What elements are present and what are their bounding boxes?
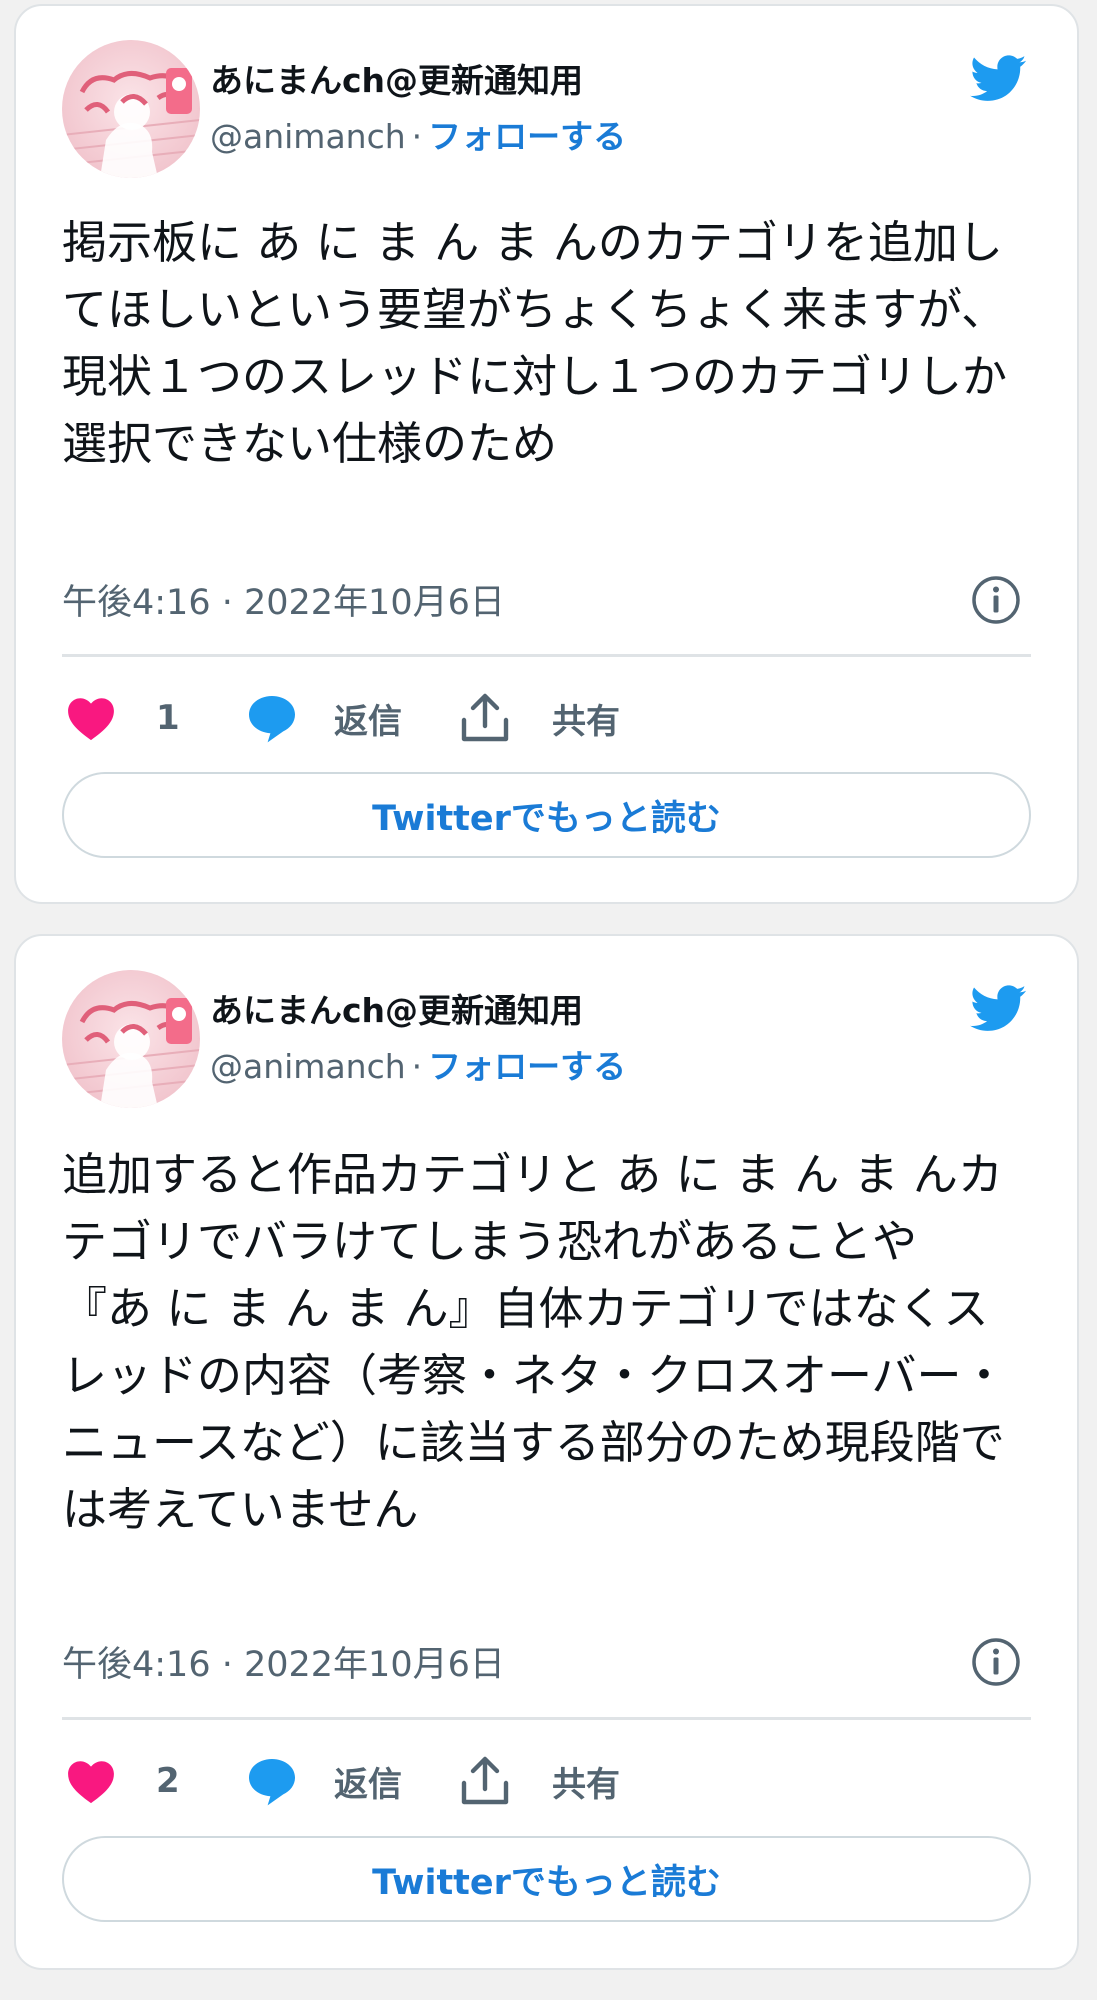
share-icon <box>461 1756 509 1805</box>
heart-icon <box>68 698 114 741</box>
tweet-timestamp[interactable]: 午後4:16 · 2022年10月6日 <box>62 574 505 625</box>
reply-button[interactable]: 返信 <box>246 1753 402 1809</box>
avatar[interactable] <box>62 970 200 1108</box>
user-name[interactable]: あにまんch@更新通知用 <box>210 984 583 1032</box>
tweet-timestamp[interactable]: 午後4:16 · 2022年10月6日 <box>62 1636 505 1687</box>
follow-link[interactable]: フォローする <box>428 117 626 156</box>
user-handle[interactable]: @animanch <box>210 117 406 156</box>
tweet-text: 掲示板に あ に ま ん ま んのカテゴリを追加してほしいという要望がちょくちょ… <box>62 216 1008 470</box>
twitter-bird-icon[interactable] <box>967 980 1031 1036</box>
like-count: 2 <box>156 1761 180 1801</box>
info-icon[interactable] <box>971 1637 1021 1687</box>
avatar[interactable] <box>62 40 200 178</box>
read-more-button[interactable]: Twitterでもっと読む <box>62 772 1031 858</box>
reply-button[interactable]: 返信 <box>246 690 402 746</box>
info-icon[interactable] <box>971 575 1021 625</box>
share-label: 共有 <box>552 701 620 742</box>
speech-bubble-icon <box>249 1759 295 1806</box>
divider <box>62 654 1031 657</box>
reply-label: 返信 <box>334 1764 402 1805</box>
share-button[interactable]: 共有 <box>460 690 620 746</box>
heart-icon <box>68 1761 114 1804</box>
twitter-bird-icon[interactable] <box>967 50 1031 106</box>
handle-line: @animanch · フォローする <box>210 1040 626 1088</box>
speech-bubble-icon <box>249 696 295 743</box>
tweet-text: 追加すると作品カテゴリと あ に ま ん ま んカテゴリでバラけてしまう恐れがあ… <box>62 1148 1007 1536</box>
divider <box>62 1717 1031 1720</box>
read-more-button[interactable]: Twitterでもっと読む <box>62 1836 1031 1922</box>
user-name[interactable]: あにまんch@更新通知用 <box>210 54 583 102</box>
reply-label: 返信 <box>334 701 402 742</box>
share-icon <box>461 693 509 742</box>
handle-line: @animanch · フォローする <box>210 110 626 158</box>
separator-dot: · <box>411 1047 423 1086</box>
tweet-card: あにまんch@更新通知用 @animanch · フォローする 掲示板に あ に ま… <box>14 4 1079 904</box>
like-count: 1 <box>156 698 180 738</box>
share-button[interactable]: 共有 <box>460 1753 620 1809</box>
like-button[interactable]: 1 <box>66 690 180 746</box>
like-button[interactable]: 2 <box>66 1753 180 1809</box>
user-handle[interactable]: @animanch <box>210 1047 406 1086</box>
tweet-card: あにまんch@更新通知用 @animanch · フォローする 追加すると作品カテゴ… <box>14 934 1079 1970</box>
separator-dot: · <box>411 117 423 156</box>
share-label: 共有 <box>552 1764 620 1805</box>
follow-link[interactable]: フォローする <box>428 1047 626 1086</box>
